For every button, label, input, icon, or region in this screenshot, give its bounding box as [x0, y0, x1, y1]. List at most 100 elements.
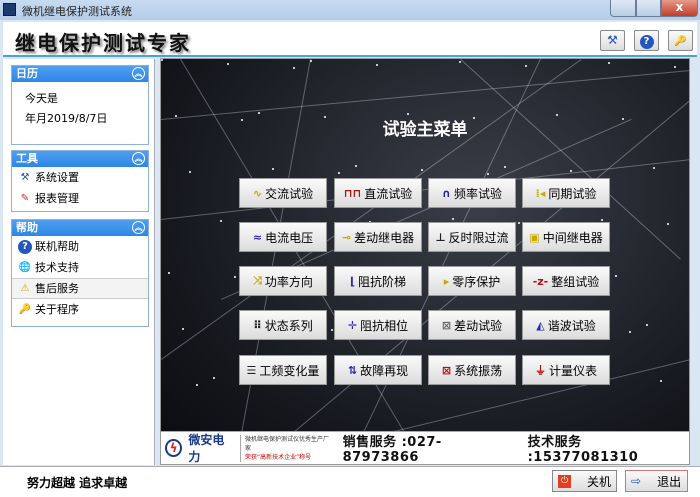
brand-line-2: 荣获“高新技术企业”称号 [244, 453, 312, 461]
report-icon: ✎ [20, 192, 30, 204]
test-button-label: 状态系列 [264, 318, 313, 333]
brand-name: 微安电力 [188, 433, 225, 464]
star-dot [376, 64, 378, 66]
test-button-14[interactable]: ⊠ 差动试验 [428, 310, 516, 340]
star-dot [608, 62, 610, 64]
test-button-5[interactable]: ⊸ 差动继电器 [334, 222, 422, 252]
test-button-12[interactable]: ⠿ 状态系列 [239, 310, 327, 340]
test-button-label: 交流试验 [265, 186, 314, 201]
tools-header[interactable]: 工具 ︽ [12, 151, 148, 167]
test-type-icon: -z- [532, 274, 549, 288]
test-button-16[interactable]: ☰ 工频变化量 [239, 355, 327, 385]
test-button-8[interactable]: ⤨ 功率方向 [239, 266, 327, 296]
tools-title: 工具 [16, 152, 38, 165]
test-button-9[interactable]: ⌊ 阻抗阶梯 [334, 266, 422, 296]
sidebar-item-about[interactable]: 🔑 关于程序 [12, 299, 148, 320]
key-icon: 🔑 [18, 303, 32, 315]
test-button-2[interactable]: ∩ 频率试验 [428, 178, 516, 208]
star-dot [570, 170, 572, 172]
collapse-icon[interactable]: ︽ [132, 221, 145, 234]
test-type-icon: ⁞◂ [535, 186, 546, 200]
test-button-18[interactable]: ⊠ 系统振荡 [428, 355, 516, 385]
star-dot [615, 275, 617, 277]
test-button-10[interactable]: ▸ 零序保护 [428, 266, 516, 296]
status-bar: 努力超越 追求卓越 ⏻ 关机 ⇨ 退出 [0, 466, 700, 497]
star-dot [161, 59, 163, 61]
exit-door-icon: ⇨ [631, 474, 642, 488]
power-icon: ⏻ [558, 474, 571, 488]
test-type-icon: ⊠ [441, 318, 452, 332]
sidebar-item-system-settings[interactable]: ⚒ 系统设置 [12, 167, 148, 188]
star-dot [667, 223, 669, 225]
test-button-15[interactable]: ◭ 谐波试验 [522, 310, 610, 340]
brand-line-1: 微机继电保护测试仪优秀生产厂家 [244, 435, 329, 452]
header: 继电保护测试专家 ⚒ ? 🔑 [3, 22, 697, 57]
test-button-label: 同期试验 [548, 186, 597, 201]
collapse-icon[interactable]: ︽ [132, 67, 145, 80]
slogan: 努力超越 追求卓越 [27, 476, 128, 490]
test-button-label: 差动试验 [454, 318, 503, 333]
star-dot [234, 276, 236, 278]
key-button[interactable]: 🔑 [668, 30, 693, 51]
test-button-label: 反时限过流 [448, 230, 509, 245]
test-button-4[interactable]: ≈ 电流电压 [239, 222, 327, 252]
star-dot [213, 377, 215, 379]
test-button-label: 整组试验 [551, 274, 600, 289]
sidebar-item-report-management[interactable]: ✎ 报表管理 [12, 188, 148, 209]
test-button-0[interactable]: ∿ 交流试验 [239, 178, 327, 208]
test-button-label: 中间继电器 [542, 230, 603, 245]
test-button-label: 直流试验 [364, 186, 413, 201]
test-type-icon: ⊓⊓ [343, 186, 362, 200]
test-button-7[interactable]: ▣ 中间继电器 [522, 222, 610, 252]
star-dot [421, 169, 423, 171]
test-button-label: 故障再现 [360, 363, 409, 378]
sales-phone: 销售服务 :027-87973866 [342, 435, 442, 465]
maximize-button[interactable] [636, 0, 661, 17]
company-banner: ϟ 微安电力 微机继电保护测试仪优秀生产厂家 荣获“高新技术企业”称号 销售服务 … [161, 431, 689, 464]
network-line [161, 69, 689, 120]
test-type-icon: ⊥ [435, 230, 446, 244]
test-button-label: 功率方向 [264, 274, 313, 289]
star-dot [518, 222, 520, 224]
minimize-button[interactable] [610, 0, 636, 17]
calendar-panel: 日历 ︽ 今天是 年月2019/8/7日 [11, 65, 149, 145]
globe-icon: 🌐 [18, 261, 32, 273]
star-dot [629, 331, 631, 333]
test-button-3[interactable]: ⁞◂ 同期试验 [522, 178, 610, 208]
hammer-icon: ⚒ [20, 171, 30, 183]
help-icon: ? [18, 239, 32, 254]
test-button-19[interactable]: ⏚ 计量仪表 [522, 355, 610, 385]
test-button-6[interactable]: ⊥ 反时限过流 [428, 222, 516, 252]
star-dot [331, 329, 333, 331]
sidebar-item-after-sales[interactable]: ⚠ 售后服务 [12, 278, 148, 299]
test-type-icon: ⏚ [534, 364, 546, 377]
exit-button[interactable]: ⇨ 退出 [625, 470, 688, 492]
test-type-icon: ⇅ [347, 363, 358, 377]
test-button-1[interactable]: ⊓⊓ 直流试验 [334, 178, 422, 208]
item-label: 技术支持 [35, 261, 79, 274]
sidebar-item-tech-support[interactable]: 🌐 技术支持 [12, 257, 148, 278]
collapse-icon[interactable]: ︽ [132, 152, 145, 165]
sidebar-item-online-help[interactable]: ? 联机帮助 [12, 236, 148, 257]
calendar-header[interactable]: 日历 ︽ [12, 66, 148, 82]
shutdown-button[interactable]: ⏻ 关机 [552, 470, 617, 492]
help-header[interactable]: 帮助 ︽ [12, 220, 148, 236]
star-dot [653, 167, 655, 169]
warning-icon: ⚠ [20, 282, 30, 294]
test-button-11[interactable]: -z- 整组试验 [522, 266, 610, 296]
help-button[interactable]: ? [634, 30, 659, 51]
test-type-icon: ∿ [252, 186, 263, 200]
brand-logo-icon: ϟ [165, 439, 183, 457]
test-button-label: 计量仪表 [548, 363, 597, 378]
close-button[interactable]: x [661, 0, 698, 17]
item-label: 系统设置 [35, 171, 79, 184]
settings-tool-button[interactable]: ⚒ [600, 30, 625, 51]
star-dot [646, 324, 648, 326]
test-button-17[interactable]: ⇅ 故障再现 [334, 355, 422, 385]
sidebar: 日历 ︽ 今天是 年月2019/8/7日 工具 ︽ ⚒ 系统设置 ✎ 报表管理 帮助 ︽ … [3, 59, 155, 465]
test-button-label: 工频变化量 [259, 363, 320, 378]
test-button-13[interactable]: ✛ 阻抗相位 [334, 310, 422, 340]
test-button-label: 电流电压 [265, 230, 314, 245]
test-type-icon: ⊠ [441, 363, 452, 377]
test-button-label: 谐波试验 [547, 318, 596, 333]
